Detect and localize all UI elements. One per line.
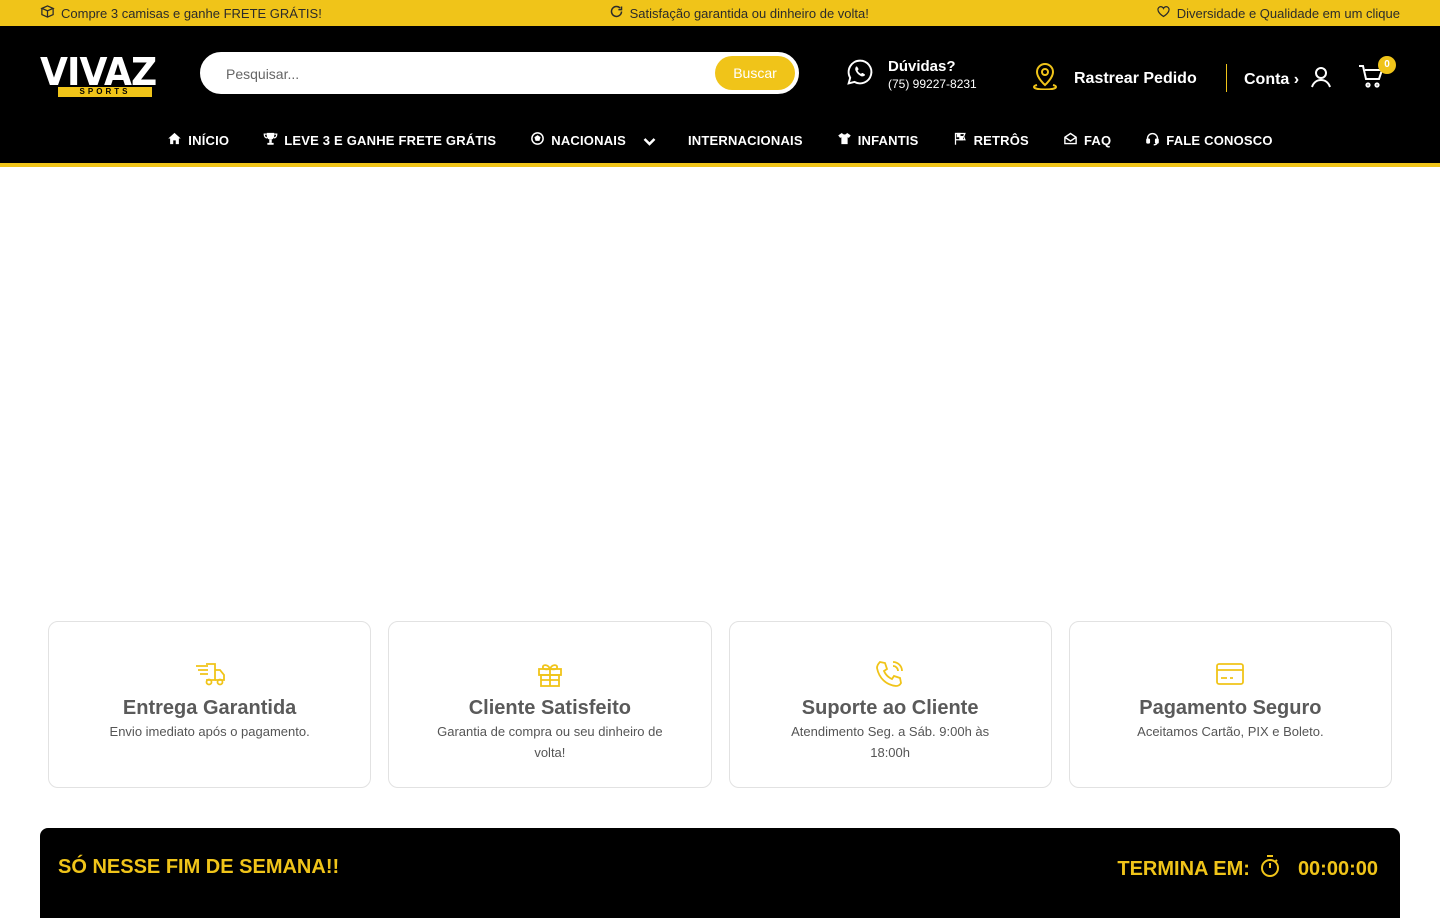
announcement-satisfaction: Satisfação garantida ou dinheiro de volt… [609,4,869,22]
account-link[interactable]: Conta › [1244,65,1333,94]
cart-count-badge: 0 [1378,56,1396,74]
feature-title: Pagamento Seguro [1139,697,1322,719]
feature-desc: Envio imediato após o pagamento. [109,724,310,739]
feature-title: Cliente Satisfeito [468,697,631,719]
checkered-flag-icon [953,131,968,149]
cart-icon [1358,65,1384,92]
envelope-open-icon [1063,131,1078,149]
stopwatch-icon [1258,854,1282,884]
nav-label: FAQ [1083,132,1112,148]
map-pin-icon [1032,62,1058,95]
nav-label: NACIONAIS [551,132,626,148]
gift-icon [534,664,566,694]
refresh-icon [609,4,624,22]
shirt-icon [837,131,852,149]
nav-item-faq[interactable]: FAQ [1063,131,1111,149]
search-bar: Buscar [200,52,799,94]
phone-call-icon [874,661,906,694]
user-icon [1309,65,1333,94]
nav-item-nacionais[interactable]: NACIONAIS [530,131,656,149]
search-input[interactable] [226,63,706,85]
help-contact[interactable]: Dúvidas? (75) 99227-8231 [846,58,977,91]
header-divider [1226,64,1227,92]
nav-item-leve-3[interactable]: LEVE 3 E GANHE FRETE GRÁTIS [263,131,496,149]
header-accent-line [0,163,1440,167]
home-icon [167,131,182,149]
announcement-text: Compre 3 camisas e ganhe FRETE GRÁTIS! [61,5,322,21]
countdown: TERMINA EM: 00:00:00 [1117,854,1378,884]
heart-icon [1156,4,1171,22]
nav-label: RETRÔS [973,132,1029,148]
track-order-link[interactable]: Rastrear Pedido [1032,62,1197,95]
trophy-icon [263,131,278,149]
nav-label: FALE CONOSCO [1166,132,1273,148]
features-row: Entrega Garantida Envio imediato após o … [48,621,1392,788]
box-icon [40,4,55,22]
cart-button[interactable]: 0 [1358,56,1396,92]
nav-label: INÍCIO [188,132,230,148]
announcement-diversity: Diversidade e Qualidade em um clique [1156,4,1400,22]
site-header: VIVAZ SPORTS Buscar Dúvidas? (75) 99227-… [0,26,1440,163]
feature-desc: Aceitamos Cartão, PIX e Boleto. [1137,724,1324,739]
nav-item-inicio[interactable]: INÍCIO [167,131,229,149]
chevron-down-icon [642,134,656,146]
feature-card-satisfied: Cliente Satisfeito Garantia de compra ou… [388,621,712,788]
whatsapp-icon [846,58,874,91]
headset-icon [1145,131,1160,149]
help-title: Dúvidas? [888,58,956,75]
logo-sub: SPORTS [58,87,152,97]
main-nav: INÍCIO LEVE 3 E GANHE FRETE GRÁTIS NACIO… [0,126,1440,154]
announcement-text: Diversidade e Qualidade em um clique [1176,5,1400,21]
account-label: Conta › [1244,70,1300,88]
nav-item-fale-conosco[interactable]: FALE CONOSCO [1145,131,1272,149]
nav-label: INFANTIS [857,132,919,148]
countdown-timer: 00:00:00 [1297,857,1378,880]
nav-item-retros[interactable]: RETRÔS [953,131,1029,149]
delivery-truck-icon [194,663,226,694]
countdown-label: TERMINA EM: [1117,857,1250,880]
announcement-text: Satisfação garantida ou dinheiro de volt… [629,5,869,21]
nav-item-internacionais[interactable]: INTERNACIONAIS [688,133,803,148]
weekend-offer-title: SÓ NESSE FIM DE SEMANA!! [58,856,340,878]
search-button[interactable]: Buscar [715,56,795,90]
feature-desc: Atendimento Seg. a Sáb. 9:00h às 18:00h [791,724,990,760]
announcement-free-shipping: Compre 3 camisas e ganhe FRETE GRÁTIS! [40,4,322,22]
announcement-bar: Compre 3 camisas e ganhe FRETE GRÁTIS! S… [0,0,1440,26]
credit-card-icon [1214,663,1246,694]
feature-card-payment: Pagamento Seguro Aceitamos Cartão, PIX e… [1068,621,1392,788]
feature-title: Entrega Garantida [122,697,297,719]
soccer-ball-icon [530,131,545,149]
help-text: Dúvidas? (75) 99227-8231 [888,58,977,91]
nav-label: LEVE 3 E GANHE FRETE GRÁTIS [284,132,497,148]
feature-desc: Garantia de compra ou seu dinheiro de vo… [437,724,663,760]
help-phone: (75) 99227-8231 [888,77,977,91]
site-logo[interactable]: VIVAZ SPORTS [40,50,162,98]
nav-label: INTERNACIONAIS [687,132,803,148]
feature-title: Suporte ao Cliente [801,697,979,719]
weekend-offer-banner: SÓ NESSE FIM DE SEMANA!! TERMINA EM: 00:… [40,828,1400,918]
nav-item-infantis[interactable]: INFANTIS [837,131,919,149]
feature-card-support: Suporte ao Cliente Atendimento Seg. a Sá… [728,621,1052,788]
feature-card-delivery: Entrega Garantida Envio imediato após o … [48,621,372,788]
track-order-label: Rastrear Pedido [1074,69,1197,87]
